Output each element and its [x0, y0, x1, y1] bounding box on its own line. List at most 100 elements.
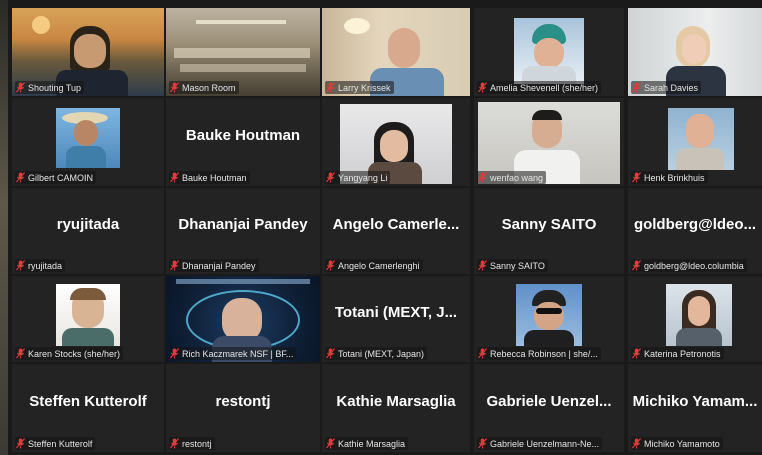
- participant-name-label: Sanny SAITO: [490, 260, 545, 271]
- microphone-muted-icon: [16, 260, 25, 271]
- participant-label: Rebecca Robinson | she/...: [477, 347, 601, 360]
- participant-name-label: wenfao wang: [490, 172, 544, 183]
- participant-tile-sanny-saito[interactable]: Sanny SAITO Sanny SAITO: [474, 188, 624, 274]
- participant-name-label: Mason Room: [182, 82, 236, 93]
- participant-tile-ryujitada[interactable]: ryujitada ryujitada: [12, 188, 164, 274]
- participant-tile-gabriele-uenzelmann[interactable]: Gabriele Uenzel... Gabriele Uenzelmann-N…: [474, 364, 624, 452]
- participant-label: Sanny SAITO: [477, 259, 548, 272]
- participant-label: Larry Krissek: [325, 81, 394, 94]
- participant-name-label: Dhananjai Pandey: [182, 260, 256, 271]
- participant-display-name: restontj: [215, 392, 271, 410]
- participant-tile-totani[interactable]: Totani (MEXT, J... Totani (MEXT, Japan): [322, 276, 470, 362]
- participant-display-name: Totani (MEXT, J...: [334, 303, 458, 321]
- participant-display-name: Angelo Camerle...: [332, 215, 460, 233]
- participant-label: wenfao wang: [477, 171, 547, 184]
- participant-tile-bauke-houtman[interactable]: Bauke Houtman Bauke Houtman: [166, 98, 320, 186]
- participant-tile-gilbert-camoin[interactable]: Gilbert CAMOIN: [12, 98, 164, 186]
- window-edge: [0, 0, 8, 455]
- participant-name-label: Kathie Marsaglia: [338, 438, 406, 449]
- participant-label: Sarah Davies: [631, 81, 702, 94]
- participant-tile-sarah-davies[interactable]: Sarah Davies: [628, 8, 762, 96]
- participant-display-name: goldberg@ldeo...: [633, 215, 757, 233]
- person-body: [66, 146, 106, 168]
- participant-name-label: Karen Stocks (she/her): [28, 348, 121, 359]
- microphone-muted-icon: [632, 82, 641, 93]
- participant-label: Karen Stocks (she/her): [15, 347, 124, 360]
- microphone-muted-icon: [478, 438, 487, 449]
- microphone-muted-icon: [170, 82, 179, 93]
- participant-tile-goldberg[interactable]: goldberg@ldeo... goldberg@ldeo.columbia: [628, 188, 762, 274]
- participant-display-name: Bauke Houtman: [185, 126, 301, 144]
- ceiling-lights: [196, 20, 286, 24]
- microphone-muted-icon: [326, 348, 335, 359]
- participant-name-label: Michiko Yamamoto: [644, 438, 720, 449]
- room-tables-back: [180, 64, 306, 72]
- participant-label: Katerina Petronotis: [631, 347, 724, 360]
- participant-display-name: Dhananjai Pandey: [178, 215, 308, 233]
- participant-tile-larry-krissek[interactable]: Larry Krissek: [322, 8, 470, 96]
- participant-label: Henk Brinkhuis: [631, 171, 708, 184]
- participant-name-label: Bauke Houtman: [182, 172, 247, 183]
- microphone-muted-icon: [478, 172, 487, 183]
- microphone-muted-icon: [16, 82, 25, 93]
- participant-label: Yangyang Li: [325, 171, 391, 184]
- microphone-muted-icon: [326, 82, 335, 93]
- participant-tile-rich-kaczmarek[interactable]: Rich Kaczmarek NSF | BF...: [166, 276, 320, 362]
- person-face: [380, 130, 408, 162]
- participant-tile-dhananjai-pandey[interactable]: Dhananjai Pandey Dhananjai Pandey: [166, 188, 320, 274]
- participant-name-label: Henk Brinkhuis: [644, 172, 705, 183]
- person-body: [62, 328, 114, 346]
- microphone-muted-icon: [632, 438, 641, 449]
- participant-tile-amelia-shevenell[interactable]: Amelia Shevenell (she/her): [474, 8, 624, 96]
- participant-display-name: Kathie Marsaglia: [336, 392, 456, 410]
- participant-display-name: ryujitada: [56, 215, 120, 233]
- microphone-muted-icon: [16, 172, 25, 183]
- room-tables: [174, 48, 310, 58]
- person-face: [388, 28, 420, 68]
- participant-tile-karen-stocks[interactable]: Karen Stocks (she/her): [12, 276, 164, 362]
- participant-label: Shouting Tup: [15, 81, 85, 94]
- participant-name-label: ryujitada: [28, 260, 63, 271]
- participant-name-label: Steffen Kutterolf: [28, 438, 93, 449]
- participant-label: Michiko Yamamoto: [631, 437, 723, 450]
- participant-name-label: Sarah Davies: [644, 82, 699, 93]
- participant-name-label: goldberg@ldeo.columbia: [644, 260, 744, 271]
- person-hair: [532, 110, 562, 120]
- microphone-muted-icon: [326, 438, 335, 449]
- participant-label: Angelo Camerlenghi: [325, 259, 423, 272]
- person-face: [534, 38, 564, 68]
- participant-label: Totani (MEXT, Japan): [325, 347, 428, 360]
- participant-tile-yangyang-li[interactable]: Yangyang Li: [322, 98, 470, 186]
- microphone-muted-icon: [170, 260, 179, 271]
- participant-tile-mason-room[interactable]: Mason Room: [166, 8, 320, 96]
- person-hair: [70, 288, 106, 300]
- participant-tile-michiko-yamamoto[interactable]: Michiko Yamam... Michiko Yamamoto: [628, 364, 762, 452]
- participant-label: Bauke Houtman: [169, 171, 250, 184]
- microphone-muted-icon: [170, 438, 179, 449]
- participant-tile-steffen-kutterolf[interactable]: Steffen Kutterolf Steffen Kutterolf: [12, 364, 164, 452]
- participant-name-label: Rebecca Robinson | she/...: [490, 348, 598, 359]
- participant-label: goldberg@ldeo.columbia: [631, 259, 747, 272]
- lamp: [344, 18, 370, 34]
- participant-tile-shouting-tup[interactable]: Shouting Tup: [12, 8, 164, 96]
- participant-tile-angelo-camerlenghi[interactable]: Angelo Camerle... Angelo Camerlenghi: [322, 188, 470, 274]
- participant-label: Gilbert CAMOIN: [15, 171, 97, 184]
- participant-tile-restontj[interactable]: restontj restontj: [166, 364, 320, 452]
- participant-name-label: Larry Krissek: [338, 82, 391, 93]
- participant-tile-katerina-petronotis[interactable]: Katerina Petronotis: [628, 276, 762, 362]
- participant-tile-wenfao-wang[interactable]: wenfao wang: [474, 98, 624, 186]
- participant-tile-rebecca-robinson[interactable]: Rebecca Robinson | she/...: [474, 276, 624, 362]
- participant-name-label: Amelia Shevenell (she/her): [490, 82, 599, 93]
- microphone-muted-icon: [478, 348, 487, 359]
- microphone-muted-icon: [170, 348, 179, 359]
- participant-name-label: restontj: [182, 438, 212, 449]
- participant-tile-henk-brinkhuis[interactable]: Henk Brinkhuis: [628, 98, 762, 186]
- participant-name-label: Gilbert CAMOIN: [28, 172, 94, 183]
- participant-display-name: Michiko Yamam...: [632, 392, 758, 410]
- participant-name-label: Gabriele Uenzelmann-Ne...: [490, 438, 600, 449]
- participant-tile-kathie-marsaglia[interactable]: Kathie Marsaglia Kathie Marsaglia: [322, 364, 470, 452]
- participant-label: Steffen Kutterolf: [15, 437, 96, 450]
- participant-display-name: Steffen Kutterolf: [29, 392, 147, 410]
- person-face: [74, 120, 98, 146]
- participant-label: Amelia Shevenell (she/her): [477, 81, 602, 94]
